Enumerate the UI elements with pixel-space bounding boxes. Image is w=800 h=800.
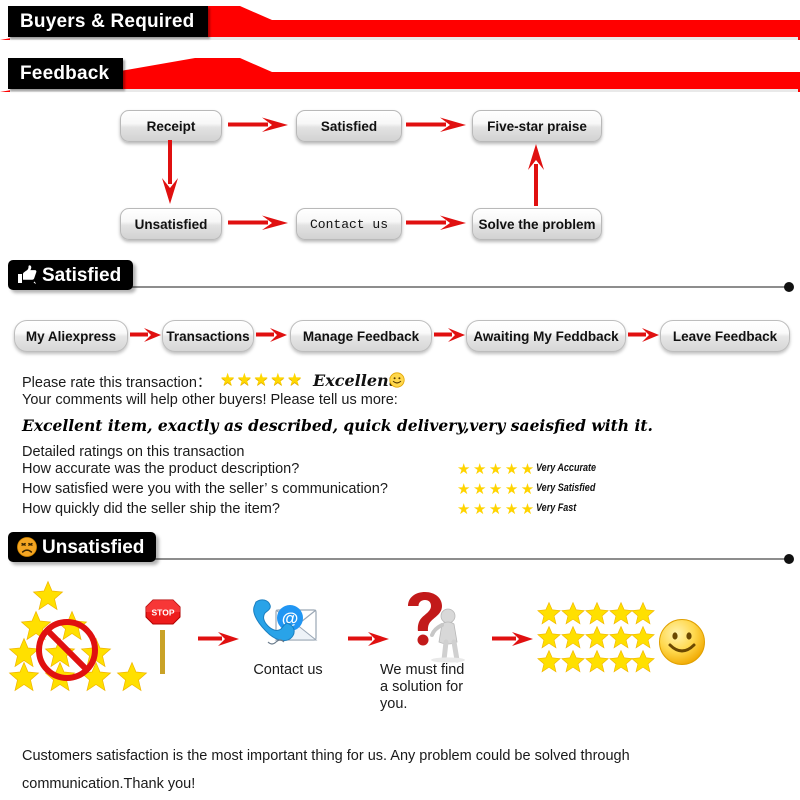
- flow-box-satisfied: Satisfied: [296, 110, 402, 142]
- flow-arrow-solve-to-praise: [526, 142, 546, 213]
- feedback-flowchart: Receipt Satisfied Five-star praise Unsat…: [0, 100, 800, 245]
- banner-underline: [10, 89, 798, 92]
- breadcrumb-my-aliexpress[interactable]: My Aliexpress: [14, 320, 128, 352]
- breadcrumb-arrow-3: [434, 326, 466, 344]
- flow-box-contact-us: Contact us: [296, 208, 402, 240]
- smiley-face-icon: [658, 618, 706, 671]
- flow-arrow-receipt-to-unsatisfied: [160, 140, 180, 211]
- banner-buyers-tag: Buyers & Required: [8, 6, 209, 37]
- stop-sign-icon: STOP: [142, 598, 184, 679]
- rating-stars-shipping: ★★★★★: [457, 501, 537, 518]
- illus-arrow-2: [348, 630, 390, 648]
- breadcrumb-arrow-4: [628, 326, 660, 344]
- five-star-grid-icon: [537, 602, 655, 679]
- breadcrumb-arrow-2: [256, 326, 288, 344]
- banner-feedback: Feedback: [0, 58, 800, 92]
- stars-prohibited-icon: [9, 578, 152, 695]
- section-header-satisfied: Satisfied: [0, 260, 800, 294]
- breadcrumb: My Aliexpress Transactions Manage Feedba…: [0, 320, 800, 358]
- rating-value-communication: Very Satisfied: [536, 482, 596, 494]
- sad-face-icon: [16, 536, 38, 558]
- banner-buyers-required: Buyers & Required: [0, 6, 800, 40]
- flow-box-unsatisfied: Unsatisfied: [120, 208, 222, 240]
- illus-arrow-3: [492, 630, 534, 648]
- rating-question-communication: How satisfied were you with the seller’ …: [22, 481, 388, 497]
- flow-box-receipt: Receipt: [120, 110, 222, 142]
- rating-stars-communication: ★★★★★: [457, 481, 537, 498]
- section-rule-end-dot: [784, 282, 794, 292]
- flow-arrow-satisfied-to-praise: [406, 116, 468, 134]
- flow-arrow-contact-to-solve: [406, 214, 468, 232]
- rating-question-accuracy: How accurate was the product description…: [22, 461, 300, 477]
- section-header-unsatisfied: Unsatisfied: [0, 532, 800, 566]
- rate-transaction-stars[interactable]: ★★★★★: [220, 370, 304, 390]
- rate-transaction-word: Excellent: [313, 371, 397, 390]
- breadcrumb-awaiting-my-feedback[interactable]: Awaiting My Feddback: [466, 320, 626, 352]
- banner-feedback-tag: Feedback: [8, 58, 124, 89]
- question-mark-person-icon: [396, 592, 470, 667]
- footer-line-1: Customers satisfaction is the most impor…: [22, 748, 630, 764]
- section-satisfied-label: Satisfied: [42, 264, 122, 286]
- breadcrumb-transactions[interactable]: Transactions: [162, 320, 254, 352]
- illus-arrow-1: [198, 630, 240, 648]
- flow-box-five-star-praise: Five-star praise: [472, 110, 602, 142]
- flow-arrow-unsatisfied-to-contact: [228, 214, 290, 232]
- footer-line-2: communication.Thank you!: [22, 776, 196, 792]
- banner-buyers-label: Buyers & Required: [20, 11, 195, 32]
- breadcrumb-leave-feedback[interactable]: Leave Feedback: [660, 320, 790, 352]
- breadcrumb-manage-feedback[interactable]: Manage Feedback: [290, 320, 432, 352]
- rating-value-accuracy: Very Accurate: [536, 462, 597, 474]
- breadcrumb-arrow-1: [130, 326, 162, 344]
- section-satisfied-tag: Satisfied: [8, 260, 134, 290]
- section-rule-end-dot: [784, 554, 794, 564]
- solution-caption: We must find a solution for you.: [380, 662, 465, 712]
- rating-value-shipping: Very Fast: [536, 502, 577, 514]
- smiley-face-icon: [389, 372, 405, 393]
- rating-question-shipping: How quickly did the seller ship the item…: [22, 501, 280, 517]
- rating-stars-accuracy: ★★★★★: [457, 461, 537, 478]
- rate-transaction-prompt: Please rate this transaction：: [22, 375, 212, 391]
- page-root: Buyers & Required Feedback Receipt Satis…: [0, 0, 800, 800]
- buyer-comment-text: Excellent item, exactly as described, qu…: [22, 416, 653, 435]
- flow-arrow-receipt-to-satisfied: [228, 116, 290, 134]
- section-unsatisfied-tag: Unsatisfied: [8, 532, 157, 562]
- banner-feedback-label: Feedback: [20, 63, 110, 84]
- contact-us-caption: Contact us: [253, 662, 323, 678]
- thumbs-up-icon: [16, 265, 38, 285]
- unsatisfied-illustration-row: STOP @ Contact us We must find a solutio…: [0, 570, 800, 720]
- section-unsatisfied-label: Unsatisfied: [42, 536, 145, 558]
- phone-email-icon: @: [246, 594, 320, 663]
- comments-prompt: Your comments will help other buyers! Pl…: [22, 392, 398, 408]
- detailed-ratings-heading: Detailed ratings on this transaction: [22, 444, 245, 460]
- svg-text:STOP: STOP: [152, 608, 175, 618]
- banner-underline: [10, 37, 798, 40]
